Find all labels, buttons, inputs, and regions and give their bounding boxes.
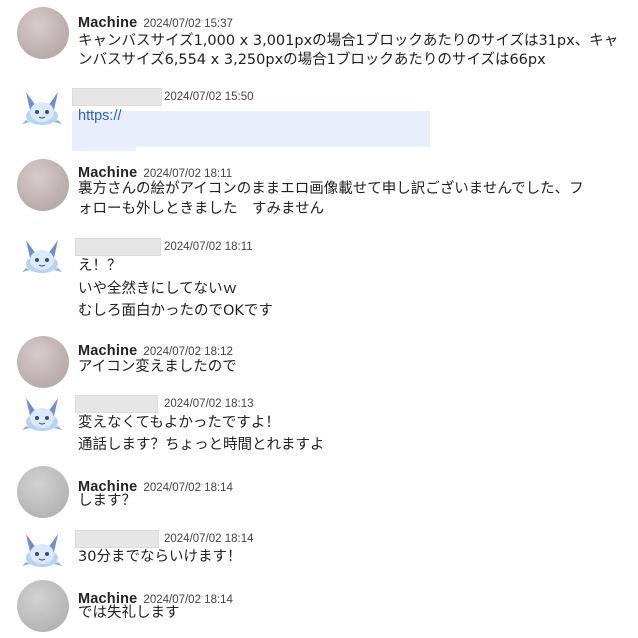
mascot-avatar-icon[interactable] — [20, 88, 64, 128]
author-name[interactable]: Machine — [78, 15, 137, 31]
message-line: 通話します？ちょっと時間とれますよ — [78, 437, 325, 453]
message-line: 30分までならいけます！ — [78, 549, 242, 565]
avatar[interactable] — [17, 336, 69, 388]
message: Machine 2024/07/02 18:14 します？ — [0, 460, 638, 524]
message: 2024/07/02 15:50 https:// — [0, 80, 638, 152]
message-line: 変えなくてもよかったですよ！ — [78, 415, 280, 431]
message: 2024/07/02 18:14 30分までならいけます！ — [0, 524, 638, 576]
redacted-username — [75, 238, 161, 256]
message: Machine 2024/07/02 15:37 キャンバスサイズ1,000 x … — [0, 0, 638, 80]
link-preview-redacted — [72, 143, 136, 151]
message-line: いや全然きにしてないｗ — [78, 281, 238, 297]
message: 2024/07/02 18:11 え！？ いや全然きにしてないｗ むしろ面白かっ… — [0, 228, 638, 328]
timestamp: 2024/07/02 18:13 — [164, 398, 254, 410]
message: 2024/07/02 18:13 変えなくてもよかったですよ！ 通話します？ちょ… — [0, 384, 638, 460]
redacted-username — [75, 395, 158, 413]
avatar[interactable] — [17, 580, 69, 632]
message: Machine 2024/07/02 18:14 では失礼します — [0, 576, 638, 638]
message-line: https:// — [78, 105, 122, 127]
message: Machine 2024/07/02 18:12 アイコン変えましたので — [0, 328, 638, 388]
mascot-avatar-icon[interactable] — [20, 530, 64, 570]
message-line: ンバスサイズ6,554 x 3,250pxの場合1ブロックあたりのサイズは66p… — [78, 52, 546, 68]
message-line: では失礼します — [78, 605, 180, 621]
avatar[interactable] — [17, 159, 69, 211]
message-line: します？ — [78, 493, 136, 509]
timestamp: 2024/07/02 15:50 — [164, 91, 254, 103]
mascot-avatar-icon[interactable] — [20, 236, 64, 276]
message-line: 裏方さんの絵がアイコンのままエロ画像載せて申し訳ございませんでした、フ — [78, 181, 584, 197]
link-preview-redacted — [72, 111, 430, 147]
message-header: Machine 2024/07/02 15:37 — [78, 12, 233, 32]
message-link[interactable]: https:// — [78, 108, 122, 124]
timestamp: 2024/07/02 18:14 — [164, 533, 254, 545]
message-line: むしろ面白かったのでOKです — [78, 303, 273, 319]
message: Machine 2024/07/02 18:11 裏方さんの絵がアイコンのままエロ… — [0, 152, 638, 228]
timestamp: 2024/07/02 15:37 — [143, 18, 233, 30]
avatar[interactable] — [17, 7, 69, 59]
mascot-avatar-icon[interactable] — [20, 394, 64, 434]
message-line: え！？ — [78, 258, 122, 274]
redacted-username — [72, 88, 162, 106]
avatar[interactable] — [17, 466, 69, 518]
message-line: アイコン変えましたので — [78, 359, 237, 375]
message-line: ォローも外しときました すみません — [78, 201, 325, 217]
timestamp: 2024/07/02 18:14 — [143, 482, 233, 494]
timestamp: 2024/07/02 18:11 — [164, 241, 253, 253]
